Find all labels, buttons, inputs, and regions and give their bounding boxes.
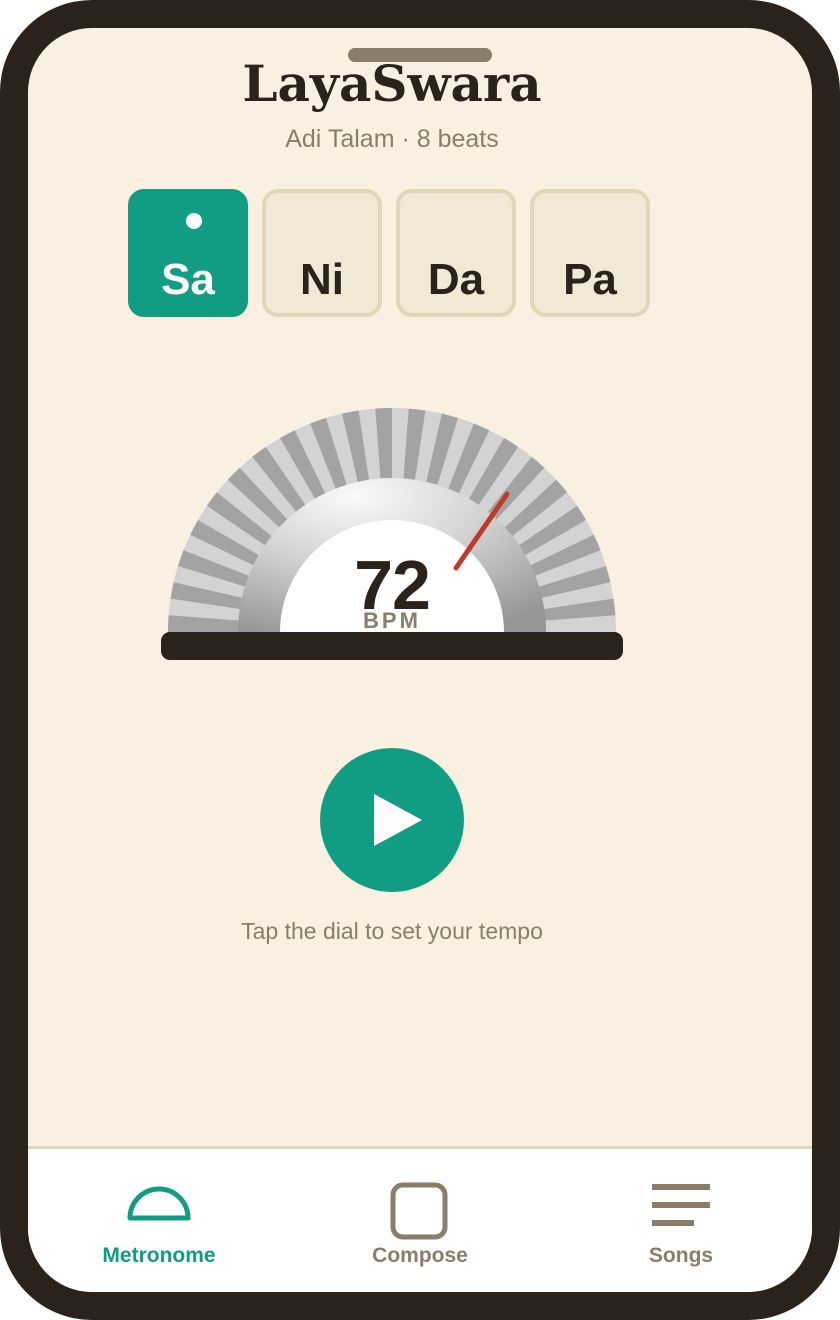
- beat-cell-pa[interactable]: Pa: [530, 189, 650, 317]
- app-screen: LayaSwara Adi Talam · 8 beats Sa Ni Da P…: [28, 28, 812, 1292]
- beat-label: Pa: [563, 255, 617, 304]
- talam-subtitle: Adi Talam · 8 beats: [285, 125, 499, 153]
- tempo-hint: Tap the dial to set your tempo: [241, 918, 543, 944]
- list-icon: [652, 1184, 710, 1226]
- app-title: LayaSwara: [242, 54, 542, 113]
- play-icon: [374, 794, 422, 846]
- play-button[interactable]: [320, 748, 464, 892]
- half-circle-icon: [127, 1186, 191, 1221]
- beat-cell-da[interactable]: Da: [396, 189, 516, 317]
- square-icon: [390, 1182, 448, 1240]
- bpm-unit: BPM: [363, 608, 421, 633]
- beat-label: Sa: [161, 255, 215, 304]
- tab-label: Songs: [648, 1244, 714, 1267]
- tab-label: Compose: [372, 1244, 468, 1267]
- tab-label: Metronome: [102, 1244, 216, 1267]
- tab-compose[interactable]: Compose: [289, 1149, 551, 1292]
- dial-base: [161, 632, 623, 660]
- beat-label: Da: [427, 255, 485, 304]
- beat-row: Sa Ni Da Pa: [128, 189, 728, 323]
- beat-label: Ni: [300, 255, 344, 304]
- tab-songs[interactable]: Songs: [550, 1149, 812, 1292]
- tab-metronome[interactable]: Metronome: [28, 1149, 290, 1292]
- current-beat-dot: [186, 213, 202, 229]
- device-frame: LayaSwara Adi Talam · 8 beats Sa Ni Da P…: [0, 0, 840, 1320]
- tab-bar: Metronome Compose Songs: [28, 1146, 812, 1292]
- beat-cell-ni[interactable]: Ni: [262, 189, 382, 317]
- beat-cell-sa[interactable]: Sa: [128, 189, 248, 317]
